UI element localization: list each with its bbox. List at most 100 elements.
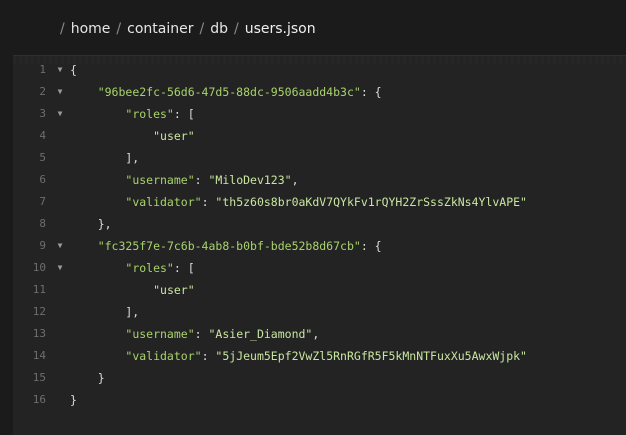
json-punctuation [70,107,125,121]
code-line: 14 "validator": "5jJeum5Epf2VwZl5RnRGfR5… [13,345,626,367]
chevron-down-icon[interactable]: ▼ [54,59,66,81]
json-punctuation [70,283,153,297]
json-key: "roles" [125,107,174,121]
line-number: 7 [39,195,46,208]
code-text: "fc325f7e-7c6b-4ab8-b0bf-bde52b8d67cb": … [70,235,382,257]
code-text: }, [70,213,112,235]
code-line: 9 ▼ "fc325f7e-7c6b-4ab8-b0bf-bde52b8d67cb… [13,235,626,257]
json-key: "validator" [125,349,202,363]
breadcrumb-container[interactable]: container [127,21,193,37]
code-line: 7 "validator": "th5z60s8br0aKdV7QYkFv1rQ… [13,191,626,213]
breadcrumb-db[interactable]: db [210,21,228,37]
json-punctuation: }, [70,217,112,231]
line-number: 4 [39,129,46,142]
breadcrumb-separator: / [233,21,239,37]
json-punctuation: , [291,173,299,187]
code-text: "username": "Asier_Diamond", [70,323,319,345]
line-number: 10 [32,261,46,274]
line-number: 16 [32,393,46,406]
json-punctuation [70,349,125,363]
code-text: "validator": "th5z60s8br0aKdV7QYkFv1rQYH… [70,191,527,213]
line-number: 2 [39,85,46,98]
code-editor[interactable]: 1 ▼ {2 ▼ "96bee2fc-56d6-47d5-88dc-9506aadd4… [13,55,626,435]
code-text: ], [70,301,139,323]
code-line: 6 "username": "MiloDev123", [13,169,626,191]
line-number: 15 [32,371,46,384]
json-string: "5jJeum5Epf2VwZl5RnRGfR5F5kMnNTFuxXu5Awx… [215,349,527,363]
code-text: { [70,59,77,81]
json-string: "MiloDev123" [208,173,292,187]
breadcrumb-separator: / [199,21,205,37]
code-text: } [70,389,77,411]
line-number: 8 [39,217,46,230]
json-key: "96bee2fc-56d6-47d5-88dc-9506aadd4b3c" [97,85,361,99]
json-punctuation [70,195,125,209]
code-line: 13 "username": "Asier_Diamond", [13,323,626,345]
chevron-down-icon[interactable]: ▼ [54,257,66,279]
json-key: "username" [125,327,195,341]
breadcrumb-separator: / [60,21,65,37]
line-number: 3 [39,107,46,120]
code-text: ], [70,147,139,169]
code-line: 15 } [13,367,626,389]
json-punctuation: : [194,327,209,341]
breadcrumb-home[interactable]: home [71,21,111,37]
json-string: "th5z60s8br0aKdV7QYkFv1rQYH2ZrSssZkNs4Yl… [215,195,527,209]
line-number: 1 [39,63,46,76]
json-punctuation: ], [70,305,140,319]
breadcrumb-separator: / [116,21,122,37]
chevron-down-icon[interactable]: ▼ [54,103,66,125]
json-string: "user" [153,283,195,297]
json-punctuation: } [70,371,105,385]
json-punctuation: : { [360,85,382,99]
code-line: 1 ▼ { [13,59,626,81]
json-punctuation: : [ [173,107,195,121]
json-punctuation: } [70,393,77,407]
code-text: "username": "MiloDev123", [70,169,299,191]
line-number: 5 [39,151,46,164]
code-line: 2 ▼ "96bee2fc-56d6-47d5-88dc-9506aadd4b3c… [13,81,626,103]
breadcrumb-current-file: users.json [244,21,316,37]
json-punctuation: : [201,195,216,209]
json-key: "username" [125,173,195,187]
json-string: "Asier_Diamond" [208,327,313,341]
code-line: 5 ], [13,147,626,169]
json-key: "fc325f7e-7c6b-4ab8-b0bf-bde52b8d67cb" [97,239,361,253]
code-line: 12 ], [13,301,626,323]
code-line: 3 ▼ "roles": [ [13,103,626,125]
json-string: "user" [153,129,195,143]
breadcrumb: / home / container / db / users.json [60,19,316,39]
code-text: "96bee2fc-56d6-47d5-88dc-9506aadd4b3c": … [70,81,382,103]
code-line: 16} [13,389,626,411]
line-number: 14 [32,349,46,362]
code-line: 10 ▼ "roles": [ [13,257,626,279]
code-text: "user" [70,125,195,147]
json-punctuation: : [201,349,216,363]
json-punctuation [70,129,153,143]
json-punctuation: ], [70,151,140,165]
line-number: 13 [32,327,46,340]
chevron-down-icon[interactable]: ▼ [54,81,66,103]
code-text: "roles": [ [70,257,195,279]
code-text: "roles": [ [70,103,195,125]
code-text: "validator": "5jJeum5Epf2VwZl5RnRGfR5F5k… [70,345,527,367]
json-punctuation [70,85,98,99]
json-key: "roles" [125,261,174,275]
json-punctuation [70,239,98,253]
line-number: 11 [32,283,46,296]
json-punctuation [70,173,125,187]
json-punctuation [70,261,125,275]
chevron-down-icon[interactable]: ▼ [54,235,66,257]
json-punctuation: : [194,173,209,187]
line-number: 6 [39,173,46,186]
code-text: } [70,367,105,389]
json-punctuation: , [312,327,320,341]
code-text: "user" [70,279,195,301]
json-punctuation [70,327,125,341]
code-line: 4 "user" [13,125,626,147]
json-punctuation: { [70,63,77,77]
line-number: 12 [32,305,46,318]
json-punctuation: : [ [173,261,195,275]
code-line: 11 "user" [13,279,626,301]
json-key: "validator" [125,195,202,209]
